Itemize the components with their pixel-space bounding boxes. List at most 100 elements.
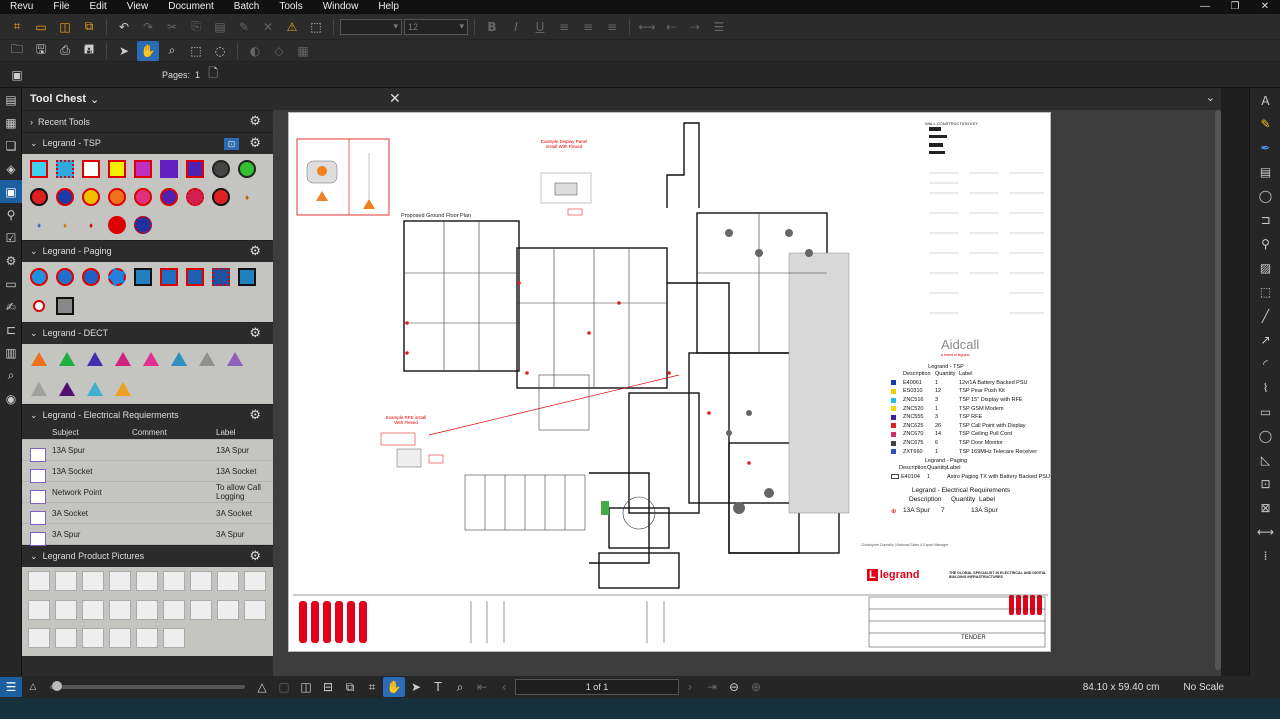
col-comment[interactable]: Comment [132,428,216,437]
signatures-icon[interactable]: ✍ [0,295,22,318]
chevron-down-icon[interactable]: ⌄ [1206,91,1215,104]
save-as-icon[interactable]: 🖪 [78,41,100,61]
tool-rfe[interactable] [132,158,154,180]
product-picture[interactable] [244,571,266,591]
gear-icon[interactable]: ⚙ [249,326,261,341]
small-triangle-icon[interactable]: △ [22,677,44,697]
sync-view-icon[interactable]: ⧉ [339,677,361,697]
tool-green[interactable] [236,158,258,180]
paste-icon[interactable]: ▤ [209,17,231,37]
tool-pager-i[interactable] [236,266,258,288]
tool-pink-point[interactable] [132,186,154,208]
gear-icon[interactable]: ⚙ [249,408,261,423]
product-picture[interactable] [109,628,131,649]
tool-dect-c[interactable] [84,348,106,370]
menu-tools[interactable]: Tools [269,0,312,14]
bookmarks-icon[interactable]: ❏ [0,134,22,157]
tool-dect-e[interactable] [140,348,162,370]
save-icon[interactable]: 🖫 [30,41,52,61]
tool-dect-b[interactable] [56,348,78,370]
tool-yellow-point[interactable] [80,186,102,208]
tool-dect-l[interactable] [112,378,134,400]
tool-pager-e[interactable] [132,266,154,288]
tool-orange-point[interactable] [106,186,128,208]
sets-icon[interactable]: ▥ [0,341,22,364]
format-painter-icon[interactable]: ✎ [233,17,255,37]
tool-dect-i[interactable] [28,378,50,400]
tool-pager-b[interactable] [54,266,76,288]
font-size-select[interactable]: 12 ▾ [404,18,468,35]
select-tool-icon[interactable]: ➤ [113,41,135,61]
product-picture[interactable] [190,599,212,620]
product-picture[interactable] [217,571,239,591]
section-paging[interactable]: ⌄ Legrand - Paging ⚙ [22,240,273,262]
tool-pager-k[interactable] [54,295,76,317]
arc-icon[interactable]: ◜ [1250,352,1280,376]
align-center-icon[interactable]: ≡ [577,17,599,37]
open-icon[interactable]: 🗀 [6,41,28,61]
first-page-icon[interactable]: ⇤ [471,677,493,697]
hatch-icon[interactable]: ▦ [292,41,314,61]
print-icon[interactable]: ⎙ [54,41,76,61]
tool-pager-a[interactable] [28,266,50,288]
links-icon[interactable]: ⊏ [0,318,22,341]
ellipse-icon[interactable]: ◯ [1250,424,1280,448]
product-picture[interactable] [163,599,185,620]
product-picture[interactable] [109,599,131,620]
search-icon[interactable]: ⌕ [0,364,22,387]
tool-display-panel[interactable] [28,158,50,180]
product-picture[interactable] [55,628,77,649]
alert-icon[interactable]: ⚠ [281,17,303,37]
tool-chest-icon[interactable]: ▣ [0,180,22,203]
layers-icon[interactable]: ◈ [0,157,22,180]
gear-icon[interactable]: ⚙ [249,244,261,259]
tool-dect-g[interactable] [196,348,218,370]
zoom-status-icon[interactable]: ⌕ [449,677,471,697]
cut-icon[interactable]: ✂ [161,17,183,37]
tool-pager-c[interactable] [80,266,102,288]
tool-dotted-point[interactable] [184,186,206,208]
list-icon[interactable]: ☰ [0,677,22,697]
polyline-icon[interactable]: ⌇ [1250,376,1280,400]
tool-pager-j[interactable] [28,295,50,317]
pan-tool-icon[interactable]: ✋ [137,40,159,61]
drawing-sheet[interactable]: Proposed Ground Floor Plan Example Displ… [288,112,1051,652]
measure-area-icon[interactable]: ⊡ [1250,472,1280,496]
text-box-icon[interactable]: Ａ [1250,88,1280,112]
count-icon[interactable]: ⁞ [1250,544,1280,568]
menu-revu[interactable]: Revu [0,0,43,14]
zoom-slider-thumb[interactable] [52,681,62,691]
forms-icon[interactable]: ☑ [0,226,22,249]
line-style-icon[interactable]: ☰ [708,17,730,37]
grid-snap-icon[interactable]: ⌗ [361,677,383,697]
minimize-button[interactable]: — [1190,0,1220,14]
line-color-icon[interactable]: ◇ [268,41,290,61]
product-picture[interactable] [28,599,50,620]
product-picture[interactable] [82,628,104,649]
last-page-icon[interactable]: ⇥ [701,677,723,697]
zoom-slider[interactable] [50,681,245,691]
markups-icon[interactable]: ⚲ [0,203,22,226]
delete-icon[interactable]: ✕ [257,17,279,37]
compare-icon[interactable]: ⧉ [78,17,100,37]
split-vertical-icon[interactable]: ◫ [295,677,317,697]
section-product-pictures[interactable]: ⌄ Legrand Product Pictures ⚙ [22,545,273,567]
select-status-icon[interactable]: ➤ [405,677,427,697]
product-picture[interactable] [244,599,266,620]
transform-icon[interactable]: ⬚ [305,17,327,37]
tool-blue-point[interactable] [54,186,76,208]
tool-psu[interactable] [80,158,102,180]
tool-dect-j[interactable] [56,378,78,400]
bold-icon[interactable]: B [481,17,503,37]
tool-receiver[interactable] [184,158,206,180]
tool-dect-k[interactable] [84,378,106,400]
section-electrical[interactable]: ⌄ Legrand - Electrical Requierments ⚙ [22,404,273,426]
cloud-icon[interactable]: ◯ [1250,184,1280,208]
stamp-icon[interactable]: ⚲ [1250,232,1280,256]
tool-dect-f[interactable] [168,348,190,370]
tool-rfe-dotted[interactable] [158,158,180,180]
tool-dotted-red[interactable] [106,214,128,236]
forward-icon[interactable]: ⊕ [745,677,767,697]
tool-dect-h[interactable] [224,348,246,370]
copy-icon[interactable]: ⎘ [185,17,207,37]
